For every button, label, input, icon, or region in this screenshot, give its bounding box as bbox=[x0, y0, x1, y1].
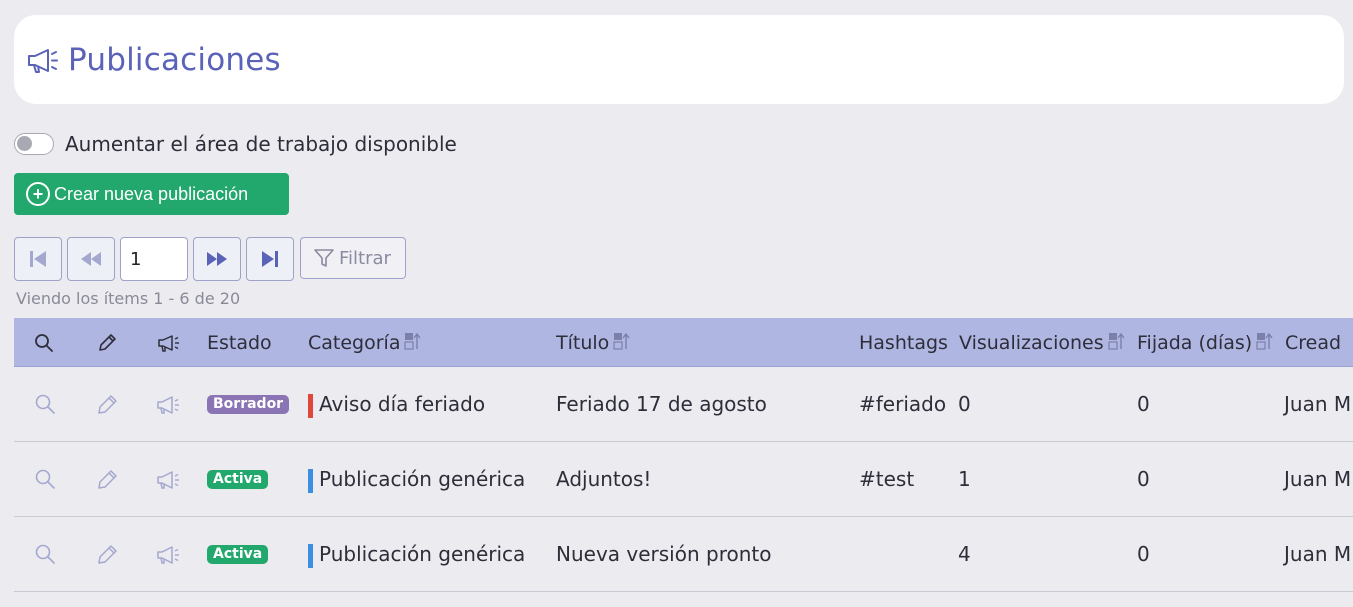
categoria-text: Aviso día feriado bbox=[319, 392, 486, 416]
titulo-header-label: Título bbox=[556, 332, 610, 354]
megaphone-icon bbox=[157, 471, 179, 489]
next-page-button[interactable] bbox=[193, 237, 241, 281]
creado-cell: Juan M bbox=[1284, 542, 1352, 566]
create-publication-label: Crear nueva publicación bbox=[54, 183, 249, 204]
view-button[interactable] bbox=[34, 393, 56, 419]
pager: Filtrar bbox=[14, 237, 406, 281]
categoria-text: Publicación genérica bbox=[319, 542, 526, 566]
visualizaciones-header-label: Visualizaciones bbox=[959, 332, 1104, 354]
fijada-cell: 0 bbox=[1137, 392, 1150, 416]
megaphone-icon bbox=[28, 48, 58, 73]
publish-column-header bbox=[157, 332, 181, 359]
view-column-header bbox=[34, 333, 54, 358]
megaphone-icon bbox=[157, 396, 179, 414]
search-icon bbox=[35, 334, 53, 352]
view-button[interactable] bbox=[34, 543, 56, 569]
search-icon bbox=[35, 469, 55, 489]
titulo-cell: Nueva versión pronto bbox=[556, 542, 772, 566]
sort-icon[interactable] bbox=[1256, 332, 1274, 350]
sort-icon[interactable] bbox=[404, 332, 422, 350]
create-publication-button[interactable]: + Crear nueva publicación bbox=[14, 173, 289, 215]
visualizaciones-column-header[interactable]: Visualizaciones bbox=[959, 332, 1126, 354]
fijada-header-label: Fijada (días) bbox=[1137, 332, 1253, 354]
table-header: Estado Categoría Título Hashtags Visuali… bbox=[14, 318, 1353, 367]
first-page-button[interactable] bbox=[14, 237, 62, 281]
filter-icon bbox=[314, 249, 334, 267]
view-button[interactable] bbox=[34, 468, 56, 494]
rewind-icon bbox=[81, 252, 101, 266]
publish-button[interactable] bbox=[156, 468, 182, 496]
search-icon bbox=[35, 394, 55, 414]
table-row[interactable]: Activa Publicación genérica Nueva versió… bbox=[14, 517, 1353, 592]
workspace-toggle-row: Aumentar el área de trabajo disponible bbox=[14, 130, 457, 158]
category-color-marker bbox=[308, 393, 313, 418]
titulo-cell: Feriado 17 de agosto bbox=[556, 392, 767, 416]
category-color-marker bbox=[308, 543, 313, 568]
categoria-cell: Publicación genérica bbox=[308, 467, 525, 493]
filter-button[interactable]: Filtrar bbox=[300, 237, 406, 279]
page-number-input[interactable] bbox=[120, 237, 188, 281]
categoria-text: Publicación genérica bbox=[319, 467, 526, 491]
megaphone-icon bbox=[157, 546, 179, 564]
pencil-icon bbox=[98, 395, 117, 414]
workspace-toggle[interactable] bbox=[14, 133, 54, 155]
first-page-icon bbox=[30, 251, 46, 267]
titulo-column-header[interactable]: Título bbox=[556, 332, 631, 354]
publications-table: Estado Categoría Título Hashtags Visuali… bbox=[14, 318, 1353, 592]
page-title: Publicaciones bbox=[68, 41, 281, 78]
status-badge: Activa bbox=[207, 545, 269, 564]
last-page-button[interactable] bbox=[246, 237, 294, 281]
publish-button[interactable] bbox=[156, 393, 182, 421]
plus-circle-icon: + bbox=[26, 182, 50, 206]
hashtags-cell: #test bbox=[859, 467, 915, 491]
categoria-cell: Publicación genérica bbox=[308, 542, 525, 568]
hashtags-cell: #feriado bbox=[859, 392, 947, 416]
toggle-knob bbox=[17, 136, 32, 151]
title-card: Publicaciones bbox=[14, 15, 1344, 104]
pencil-icon bbox=[98, 470, 117, 489]
pencil-icon bbox=[99, 334, 116, 351]
range-text: Viendo los ítems 1 - 6 de 20 bbox=[16, 289, 241, 308]
pencil-icon bbox=[98, 545, 117, 564]
filter-label: Filtrar bbox=[339, 247, 391, 269]
search-icon bbox=[35, 544, 55, 564]
fijada-cell: 0 bbox=[1137, 467, 1150, 491]
publish-button[interactable] bbox=[156, 543, 182, 571]
sort-icon[interactable] bbox=[1108, 332, 1126, 350]
table-row[interactable]: Activa Publicación genérica Adjuntos! #t… bbox=[14, 442, 1353, 517]
hashtags-column-header: Hashtags bbox=[859, 332, 948, 354]
categoria-column-header[interactable]: Categoría bbox=[308, 332, 422, 354]
creado-column-header: Cread bbox=[1285, 332, 1342, 354]
titulo-cell: Adjuntos! bbox=[556, 467, 652, 491]
last-page-icon bbox=[262, 251, 278, 267]
status-badge: Activa bbox=[207, 470, 269, 489]
estado-column-header[interactable]: Estado bbox=[207, 332, 272, 354]
workspace-toggle-label: Aumentar el área de trabajo disponible bbox=[65, 132, 457, 156]
edit-button[interactable] bbox=[95, 543, 119, 571]
creado-cell: Juan M bbox=[1284, 467, 1352, 491]
fast-forward-icon bbox=[207, 252, 227, 266]
visualizaciones-cell: 1 bbox=[958, 467, 971, 491]
edit-button[interactable] bbox=[95, 393, 119, 421]
categoria-header-label: Categoría bbox=[308, 332, 401, 354]
fijada-cell: 0 bbox=[1137, 542, 1150, 566]
visualizaciones-cell: 4 bbox=[958, 542, 971, 566]
sort-icon[interactable] bbox=[613, 332, 631, 350]
fijada-column-header[interactable]: Fijada (días) bbox=[1137, 332, 1274, 354]
edit-button[interactable] bbox=[95, 468, 119, 496]
status-badge: Borrador bbox=[207, 395, 290, 414]
category-color-marker bbox=[308, 468, 313, 493]
table-row[interactable]: Borrador Aviso día feriado Feriado 17 de… bbox=[14, 367, 1353, 442]
visualizaciones-cell: 0 bbox=[958, 392, 971, 416]
categoria-cell: Aviso día feriado bbox=[308, 392, 485, 418]
megaphone-icon bbox=[158, 335, 179, 352]
previous-page-button[interactable] bbox=[67, 237, 115, 281]
table-body: Borrador Aviso día feriado Feriado 17 de… bbox=[14, 367, 1353, 592]
creado-cell: Juan M bbox=[1284, 392, 1352, 416]
edit-column-header bbox=[96, 332, 118, 359]
